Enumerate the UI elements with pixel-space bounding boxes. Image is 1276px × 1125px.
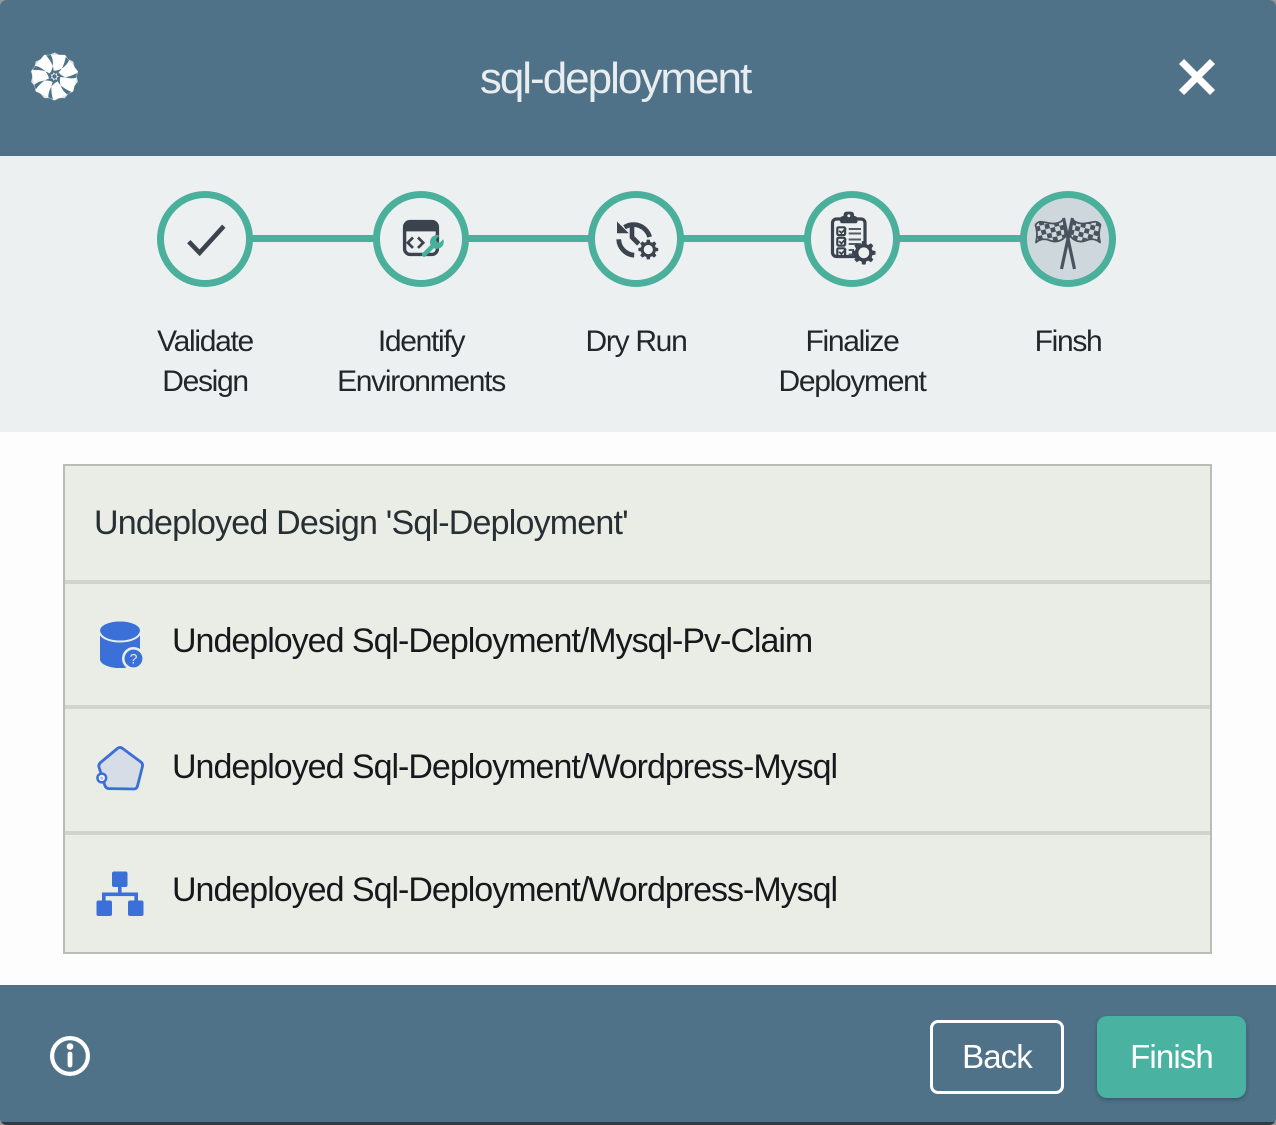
svg-text:?: ? <box>130 650 138 666</box>
